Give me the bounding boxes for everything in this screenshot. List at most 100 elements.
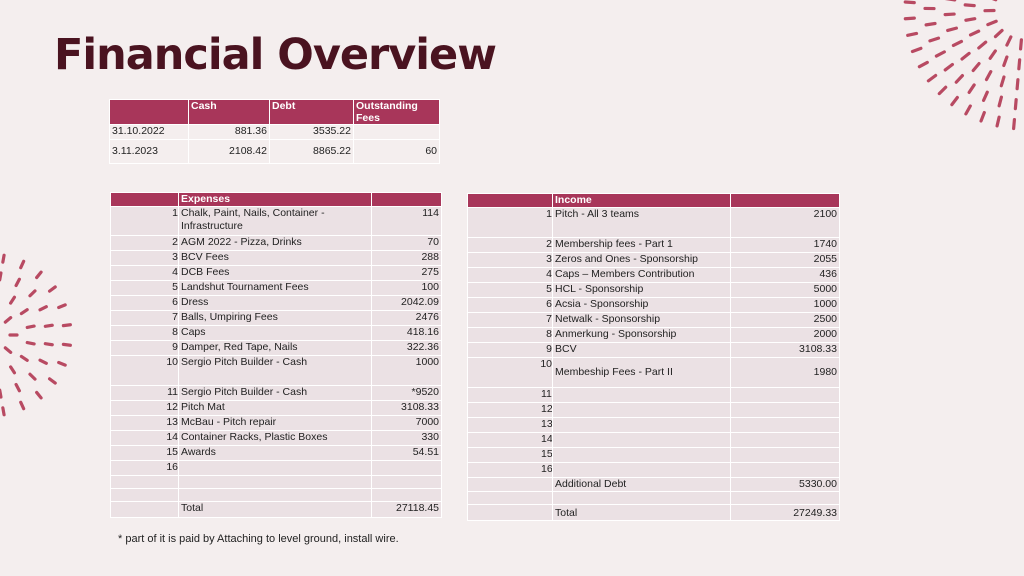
- blank-cell: [467, 477, 553, 492]
- income-label: Anmerkung - Sponsorship: [552, 327, 731, 343]
- expense-row: 2 AGM 2022 - Pizza, Drinks 70: [110, 235, 442, 251]
- additional-debt-row: Additional Debt 5330.00: [467, 477, 840, 492]
- expense-value: [371, 460, 442, 476]
- expense-index: 4: [110, 265, 179, 281]
- expense-value: 418.16: [371, 325, 442, 341]
- expenses-total-row: Total 27118.45: [110, 501, 442, 518]
- expense-index: 13: [110, 415, 179, 431]
- expense-row: 15 Awards 54.51: [110, 445, 442, 461]
- income-row: 13: [467, 417, 840, 433]
- expenses-header-index: [110, 192, 179, 207]
- income-row: 1 Pitch - All 3 teams 2100: [467, 207, 840, 238]
- expense-value: 288: [371, 250, 442, 266]
- expense-spacer-row: [110, 488, 442, 502]
- expense-label: Caps: [178, 325, 372, 341]
- expense-row: 13 McBau - Pitch repair 7000: [110, 415, 442, 431]
- income-index: 7: [467, 312, 553, 328]
- expense-row: 1 Chalk, Paint, Nails, Container - Infras…: [110, 206, 442, 236]
- decorative-arc-top-right: [903, 0, 1023, 131]
- income-row: 16: [467, 462, 840, 478]
- income-row: 5 HCL - Sponsorship 5000: [467, 282, 840, 298]
- income-row: 6 Acsia - Sponsorship 1000: [467, 297, 840, 313]
- expense-row: 12 Pitch Mat 3108.33: [110, 400, 442, 416]
- expense-spacer-row: [110, 475, 442, 489]
- income-total-label: Total: [552, 504, 731, 521]
- expense-value: 70: [371, 235, 442, 251]
- decorative-dash: [28, 372, 37, 381]
- decorative-dash: [9, 365, 17, 375]
- income-value: 2100: [730, 207, 840, 238]
- expense-label: Chalk, Paint, Nails, Container - Infrast…: [178, 206, 372, 236]
- income-label: Acsia - Sponsorship: [552, 297, 731, 313]
- summary-table: Cash Debt Outstanding Fees 31.10.2022 88…: [109, 99, 440, 164]
- income-index: 11: [467, 387, 553, 403]
- decorative-dash: [25, 324, 36, 330]
- income-value: [730, 402, 840, 418]
- decorative-dash: [937, 85, 948, 96]
- expense-value: 1000: [371, 355, 442, 386]
- decorative-dash: [1005, 35, 1013, 47]
- decorative-dash: [25, 340, 36, 346]
- income-index: 6: [467, 297, 553, 313]
- income-total-value: 27249.33: [730, 504, 840, 521]
- expense-value: 2476: [371, 310, 442, 326]
- income-label: Membership fees - Part 1: [552, 237, 731, 253]
- expense-index: 12: [110, 400, 179, 416]
- summary-fees: [353, 124, 440, 140]
- expenses-total-label: Total: [178, 501, 372, 518]
- income-index: 4: [467, 267, 553, 283]
- expense-index: 9: [110, 340, 179, 356]
- income-spacer-row: [467, 491, 840, 505]
- expenses-table: Expenses 1 Chalk, Paint, Nails, Container…: [110, 192, 442, 518]
- decorative-dash: [3, 346, 13, 354]
- decorative-dash: [946, 26, 958, 33]
- decorative-dash: [38, 305, 48, 312]
- income-value: 2000: [730, 327, 840, 343]
- decorative-dash: [1019, 38, 1023, 51]
- expense-label: Container Racks, Plastic Boxes: [178, 430, 372, 446]
- decorative-dash: [38, 358, 48, 365]
- expense-row: 3 BCV Fees 288: [110, 250, 442, 266]
- decorative-dash: [968, 29, 981, 37]
- summary-debt: 3535.22: [269, 124, 354, 140]
- income-row: 11: [467, 387, 840, 403]
- income-index: 2: [467, 237, 553, 253]
- decorative-dash: [988, 49, 997, 60]
- income-value: 436: [730, 267, 840, 283]
- expenses-header-row: Expenses: [110, 192, 442, 207]
- expense-value: 114: [371, 206, 442, 236]
- income-label: [552, 462, 731, 478]
- income-index: 5: [467, 282, 553, 298]
- decorative-dash: [43, 323, 54, 328]
- decorative-dash: [906, 31, 919, 37]
- income-index: 8: [467, 327, 553, 343]
- income-header-index: [467, 193, 553, 208]
- income-value: 3108.33: [730, 342, 840, 358]
- decorative-dash: [47, 377, 57, 385]
- decorative-dash: [57, 303, 67, 310]
- income-index: 10: [467, 357, 553, 388]
- decorative-dash: [963, 3, 976, 8]
- decorative-dash: [903, 0, 916, 5]
- additional-debt-value: 5330.00: [730, 477, 840, 492]
- income-label: HCL - Sponsorship: [552, 282, 731, 298]
- expense-label: Sergio Pitch Builder - Cash: [178, 355, 372, 386]
- decorative-dash: [981, 90, 989, 102]
- decorative-dash: [967, 83, 976, 95]
- income-value: 1980: [730, 357, 840, 388]
- decorative-dash: [14, 277, 21, 288]
- decorative-dash: [986, 19, 998, 27]
- income-row: 12: [467, 402, 840, 418]
- decorative-dash: [14, 382, 21, 393]
- summary-cash: 2108.42: [188, 139, 270, 164]
- income-index: 9: [467, 342, 553, 358]
- expense-index: 8: [110, 325, 179, 341]
- decorative-dash: [57, 360, 67, 367]
- expense-row: 6 Dress 2042.09: [110, 295, 442, 311]
- decorative-dash: [928, 36, 941, 43]
- decorative-dash: [61, 323, 72, 328]
- expense-index: 3: [110, 250, 179, 266]
- expense-index: 10: [110, 355, 179, 386]
- income-value: [730, 447, 840, 463]
- income-label: Zeros and Ones - Sponsorship: [552, 252, 731, 268]
